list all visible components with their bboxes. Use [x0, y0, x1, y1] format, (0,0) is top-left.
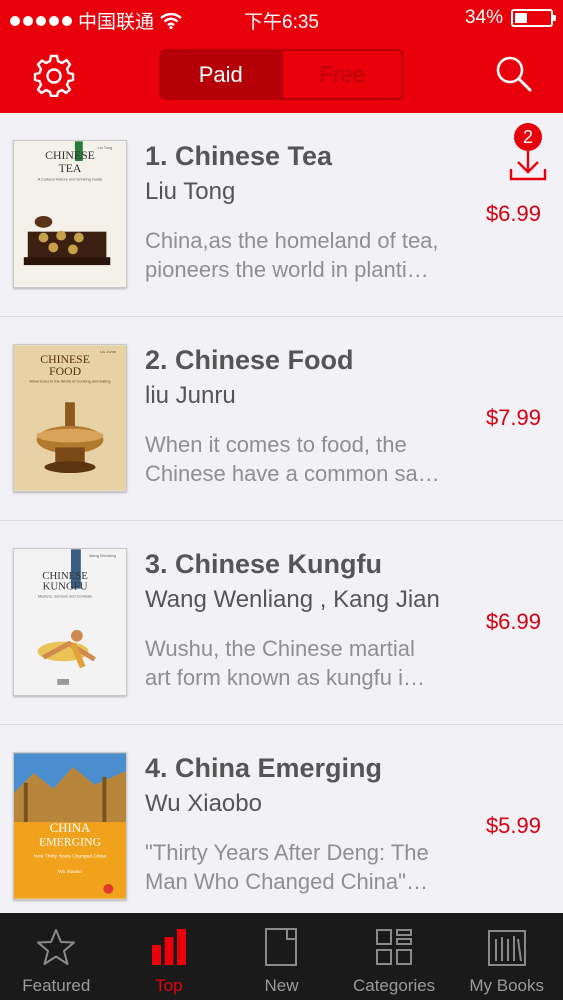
- book-author: liu Junru: [145, 382, 236, 409]
- description-line: Chinese have a common sa…: [145, 461, 440, 486]
- cover-title-2: EMERGING: [39, 836, 102, 849]
- tab-label: New: [264, 976, 299, 995]
- battery-icon: [511, 9, 556, 27]
- cover-author: Wu Xiaobo: [58, 869, 82, 875]
- star-icon: [37, 929, 76, 965]
- book-description: China,as the homeland of tea, pioneers t…: [145, 226, 485, 284]
- book-price[interactable]: $7.99: [486, 405, 541, 431]
- description-line: China,as the homeland of tea,: [145, 228, 439, 253]
- book-description: "Thirty Years After Deng: The Man Who Ch…: [145, 838, 485, 896]
- tab-featured[interactable]: Featured: [0, 913, 113, 1000]
- battery-fill: [515, 13, 527, 23]
- book-author: Wang Wenliang , Kang Jian: [145, 586, 440, 613]
- book-title: 2. Chinese Food: [145, 345, 354, 375]
- book-price[interactable]: $6.99: [486, 201, 541, 227]
- segment-paid[interactable]: Paid: [161, 51, 281, 98]
- bookshelf-icon: [487, 930, 526, 966]
- cover-subtitle: Masters, Schools and Combats: [38, 593, 92, 598]
- book-price[interactable]: $6.99: [486, 609, 541, 635]
- download-button[interactable]: 2: [509, 123, 549, 183]
- cover-title-2: TEA: [59, 162, 82, 175]
- tab-label: My Books: [469, 976, 544, 995]
- paid-free-segmented-control: Paid Free: [159, 49, 404, 100]
- status-bar: 中国联通 下午6:35 34%: [0, 0, 563, 36]
- tea-cover-art: CHINESE TEA A Cultural History and Drink…: [14, 141, 126, 287]
- cover-title-1: CHINESE: [45, 149, 95, 162]
- tab-new[interactable]: New: [225, 913, 338, 1000]
- book-title: 4. China Emerging: [145, 753, 383, 783]
- book-row[interactable]: CHINESE KUNGFU Masters, Schools and Comb…: [0, 521, 563, 725]
- status-right: 34%: [464, 7, 556, 29]
- gear-icon[interactable]: [32, 53, 76, 97]
- description-line: Man Who Changed China"…: [145, 869, 428, 894]
- description-line: Wushu, the Chinese martial: [145, 636, 415, 661]
- tab-label: Top: [155, 976, 183, 995]
- grid-icon: [376, 929, 413, 965]
- cover-subtitle: A Cultural History and Drinking Guide: [38, 177, 103, 182]
- new-book-icon: [265, 928, 298, 966]
- book-cover-tea: CHINESE TEA A Cultural History and Drink…: [13, 140, 127, 288]
- tab-label: Categories: [352, 976, 436, 995]
- book-description: When it comes to food, the Chinese have …: [145, 430, 485, 488]
- food-cover-art: CHINESE FOOD Adventures in the World of …: [14, 345, 126, 491]
- cover-author: Liu Junru: [100, 349, 116, 354]
- nav-bar: Paid Free: [0, 36, 563, 113]
- cover-author: Liu Tong: [98, 145, 113, 150]
- download-icon: [509, 151, 547, 181]
- download-count-badge: 2: [514, 123, 542, 151]
- segment-free[interactable]: Free: [280, 51, 402, 98]
- bar-chart-icon: [151, 929, 186, 965]
- tab-categories[interactable]: Categories: [338, 913, 451, 1000]
- cover-author: Wang Wenliang: [89, 553, 116, 558]
- book-title: 1. Chinese Tea: [145, 141, 333, 171]
- cover-subtitle: Adventures in the World of Cooking and E…: [29, 379, 110, 384]
- book-row[interactable]: CHINA EMERGING How Thirty Years Changed …: [0, 725, 563, 913]
- book-row[interactable]: CHINESE FOOD Adventures in the World of …: [0, 317, 563, 521]
- tab-my-books[interactable]: My Books: [450, 913, 563, 1000]
- search-icon[interactable]: [493, 53, 533, 93]
- description-line: pioneers the world in planti…: [145, 257, 429, 282]
- kungfu-cover-art: CHINESE KUNGFU Masters, Schools and Comb…: [14, 549, 126, 695]
- description-line: "Thirty Years After Deng: The: [145, 840, 429, 865]
- tab-top[interactable]: Top: [113, 913, 226, 1000]
- book-description: Wushu, the Chinese martial art form know…: [145, 634, 485, 692]
- book-title: 3. Chinese Kungfu: [145, 549, 383, 579]
- cover-subtitle: How Thirty Years Changed China: [34, 853, 107, 859]
- book-author: Wu Xiaobo: [145, 790, 262, 817]
- cover-title-2: FOOD: [49, 365, 82, 378]
- book-cover-food: CHINESE FOOD Adventures in the World of …: [13, 344, 127, 492]
- book-price[interactable]: $5.99: [486, 813, 541, 839]
- description-line: art form known as kungfu i…: [145, 665, 426, 690]
- book-author: Liu Tong: [145, 178, 236, 205]
- top-books-list: CHINESE TEA A Cultural History and Drink…: [0, 113, 563, 913]
- cover-title-1: CHINA: [50, 821, 91, 835]
- book-row[interactable]: CHINESE TEA A Cultural History and Drink…: [0, 113, 563, 317]
- book-cover-emerging: CHINA EMERGING How Thirty Years Changed …: [13, 752, 127, 900]
- battery-percent: 34%: [464, 7, 503, 28]
- cover-title-2: KUNGFU: [43, 581, 88, 593]
- emerging-cover-art: CHINA EMERGING How Thirty Years Changed …: [14, 753, 126, 899]
- description-line: When it comes to food, the: [145, 432, 407, 457]
- tab-bar: Featured Top New Categories My Books: [0, 913, 563, 1000]
- tab-label: Featured: [22, 976, 91, 995]
- book-cover-kungfu: CHINESE KUNGFU Masters, Schools and Comb…: [13, 548, 127, 696]
